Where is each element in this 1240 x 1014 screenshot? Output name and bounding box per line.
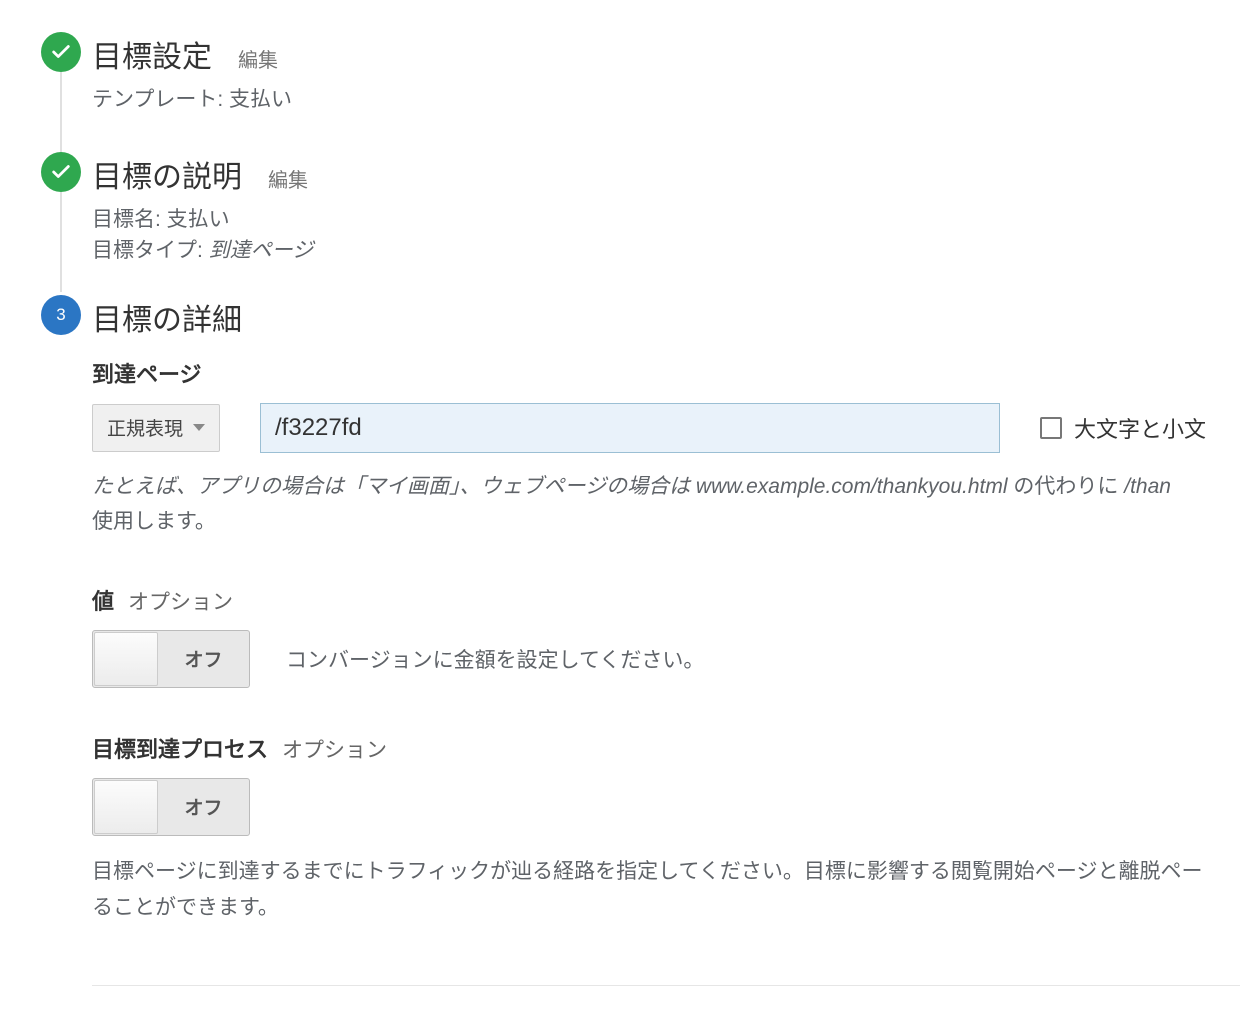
step-3-content: 目標の詳細 到達ページ 正規表現 大文字と小文 たとえば、アプリの場合は「マイ画… — [92, 295, 1240, 1014]
goal-type-value: 到達ページ — [209, 239, 314, 262]
step-2-title: 目標の説明 — [92, 152, 242, 196]
case-sensitive-checkbox[interactable] — [1040, 417, 1062, 439]
destination-helper: たとえば、アプリの場合は「マイ画面」、ウェブページの場合は www.exampl… — [92, 469, 1240, 540]
step-1-template-prefix: テンプレート: — [92, 88, 229, 111]
step-2-edit-link[interactable]: 編集 — [268, 164, 308, 193]
toggle-knob — [94, 632, 158, 686]
funnel-label: 目標到達プロセス — [92, 732, 268, 764]
step-connector-line — [60, 192, 62, 292]
funnel-toggle[interactable]: オフ — [92, 778, 250, 836]
step-1-icon-column — [30, 32, 92, 72]
helper-example-path: /than — [1124, 475, 1171, 498]
value-toggle-row: オフ コンバージョンに金額を設定してください。 — [92, 630, 1240, 688]
check-icon — [41, 152, 81, 192]
toggle-knob — [94, 780, 158, 834]
destination-label: 到達ページ — [92, 357, 1240, 389]
match-type-dropdown[interactable]: 正規表現 — [92, 404, 220, 452]
value-section-header: 値 オプション — [92, 584, 1240, 616]
step-1-goal-setup: 目標設定 編集 テンプレート: 支払い — [30, 32, 1240, 116]
value-toggle-state: オフ — [158, 645, 249, 672]
step-3-icon-column: 3 — [30, 295, 92, 335]
check-icon — [41, 32, 81, 72]
case-sensitive-label: 大文字と小文 — [1074, 412, 1206, 444]
step-1-edit-link[interactable]: 編集 — [238, 44, 278, 73]
destination-row: 正規表現 大文字と小文 — [92, 403, 1240, 453]
funnel-desc-line-1: 目標ページに到達するまでにトラフィックが辿る経路を指定してください。目標に影響す… — [92, 860, 1202, 883]
value-desc: コンバージョンに金額を設定してください。 — [286, 644, 704, 674]
goal-name-prefix: 目標名: — [92, 208, 167, 231]
funnel-desc-line-2: ることができます。 — [92, 896, 279, 919]
step-number-badge: 3 — [41, 295, 81, 335]
step-1-template-value: 支払い — [229, 88, 292, 111]
step-3-goal-details: 3 目標の詳細 到達ページ 正規表現 大文字と小文 たとえば、アプリの場合は「マ… — [30, 295, 1240, 1014]
funnel-optional-label: オプション — [282, 734, 387, 764]
match-type-value: 正規表現 — [107, 414, 183, 441]
funnel-section-header: 目標到達プロセス オプション — [92, 732, 1240, 764]
chevron-down-icon — [193, 424, 205, 431]
step-1-title: 目標設定 — [92, 32, 212, 76]
helper-part-a: たとえば、アプリの場合は「マイ画面」、ウェブページの場合は — [92, 475, 696, 498]
goal-type-prefix: 目標タイプ: — [92, 239, 209, 262]
step-3-title: 目標の詳細 — [92, 295, 242, 339]
step-2-icon-column — [30, 152, 92, 192]
value-optional-label: オプション — [128, 586, 233, 616]
value-label: 値 — [92, 584, 114, 616]
section-divider — [92, 985, 1240, 986]
step-1-meta: テンプレート: 支払い — [92, 84, 1240, 116]
step-connector-line — [60, 72, 62, 152]
step-2-content: 目標の説明 編集 目標名: 支払い 目標タイプ: 到達ページ — [92, 152, 1240, 267]
funnel-toggle-state: オフ — [158, 793, 249, 820]
funnel-toggle-row: オフ — [92, 778, 1240, 836]
helper-part-e: 使用します。 — [92, 510, 216, 533]
case-sensitive-group: 大文字と小文 — [1040, 412, 1206, 444]
goal-name-value: 支払い — [167, 208, 230, 231]
step-2-meta: 目標名: 支払い 目標タイプ: 到達ページ — [92, 204, 1240, 267]
value-toggle[interactable]: オフ — [92, 630, 250, 688]
step-1-content: 目標設定 編集 テンプレート: 支払い — [92, 32, 1240, 116]
funnel-desc: 目標ページに到達するまでにトラフィックが辿る経路を指定してください。目標に影響す… — [92, 854, 1240, 925]
step-2-goal-description: 目標の説明 編集 目標名: 支払い 目標タイプ: 到達ページ — [30, 152, 1240, 267]
helper-example-url: www.example.com/thankyou.html — [696, 475, 1008, 498]
helper-part-c: の代わりに — [1008, 475, 1125, 498]
destination-input[interactable] — [260, 403, 1000, 453]
